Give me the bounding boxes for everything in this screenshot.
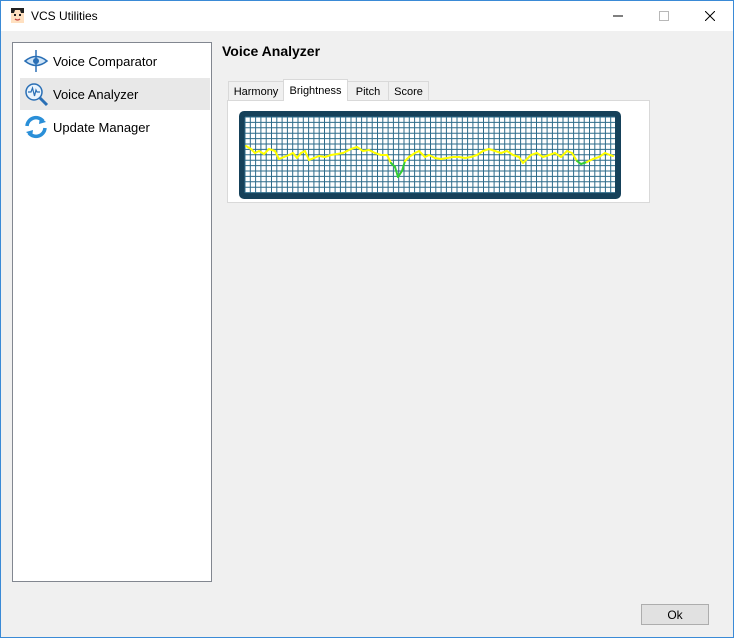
brightness-oscilloscope (239, 111, 621, 199)
window-title: VCS Utilities (31, 9, 98, 23)
sidebar-item-update-manager[interactable]: Update Manager (20, 111, 210, 143)
app-icon (11, 8, 24, 23)
tab-pitch[interactable]: Pitch (347, 81, 389, 101)
tab-score[interactable]: Score (388, 81, 429, 101)
app-window: VCS Utilities Voice Comparator Voice Ana… (0, 0, 734, 638)
maximize-icon (659, 11, 669, 21)
sidebar-item-label: Voice Analyzer (53, 86, 139, 102)
voice-comparator-icon (23, 48, 49, 74)
minimize-button[interactable] (595, 1, 641, 31)
maximize-button[interactable] (641, 1, 687, 31)
sidebar-item-label: Voice Comparator (53, 53, 158, 69)
title-bar[interactable]: VCS Utilities (1, 1, 733, 31)
ok-button[interactable]: Ok (641, 604, 709, 625)
close-button[interactable] (687, 1, 733, 31)
brightness-tab-panel (227, 100, 650, 203)
close-icon (705, 11, 715, 21)
minimize-icon (613, 15, 623, 17)
sidebar-list: Voice Comparator Voice Analyzer Update M… (12, 42, 212, 582)
tab-brightness[interactable]: Brightness (283, 79, 348, 101)
tab-harmony[interactable]: Harmony (228, 81, 284, 101)
sidebar-item-label: Update Manager (53, 119, 150, 135)
update-manager-icon (23, 114, 49, 140)
voice-analyzer-icon (23, 81, 49, 107)
sidebar-item-voice-analyzer[interactable]: Voice Analyzer (20, 78, 210, 110)
sidebar-item-voice-comparator[interactable]: Voice Comparator (20, 45, 210, 77)
waveform-trace (609, 154, 614, 157)
page-title: Voice Analyzer (222, 43, 321, 59)
